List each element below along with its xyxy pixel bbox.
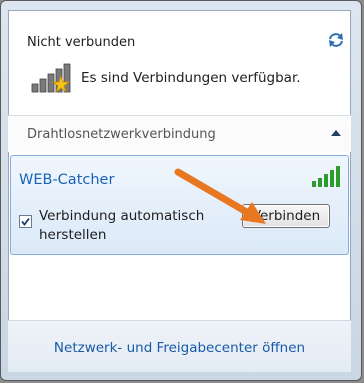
footer: Netzwerk- und Freigabecenter öffnen [8,320,351,372]
chevron-up-icon[interactable] [330,128,342,138]
availability-text: Es sind Verbindungen verfügbar. [81,70,301,86]
section-header[interactable]: Drahtlosnetzwerkverbindung [8,116,351,152]
checkmark-icon [21,217,30,226]
connection-status: Nicht verbunden [27,35,136,50]
auto-connect-label: Verbindung automatisch herstellen [39,207,239,245]
signal-strength-icon [312,166,340,187]
section-label: Drahtlosnetzwerkverbindung [27,127,216,142]
network-sharing-center-link[interactable]: Netzwerk- und Freigabecenter öffnen [8,340,351,356]
network-item[interactable]: WEB-Catcher Verbindung automatisch herst… [10,155,349,255]
auto-connect-label-line1: Verbindung automatisch [39,208,205,224]
refresh-icon[interactable] [326,30,346,50]
network-signal-star-icon [31,63,71,94]
auto-connect-checkbox[interactable] [19,215,32,228]
auto-connect-label-line2: herstellen [39,227,107,243]
network-name: WEB-Catcher [19,172,115,188]
connect-button[interactable]: Verbinden [242,204,330,228]
